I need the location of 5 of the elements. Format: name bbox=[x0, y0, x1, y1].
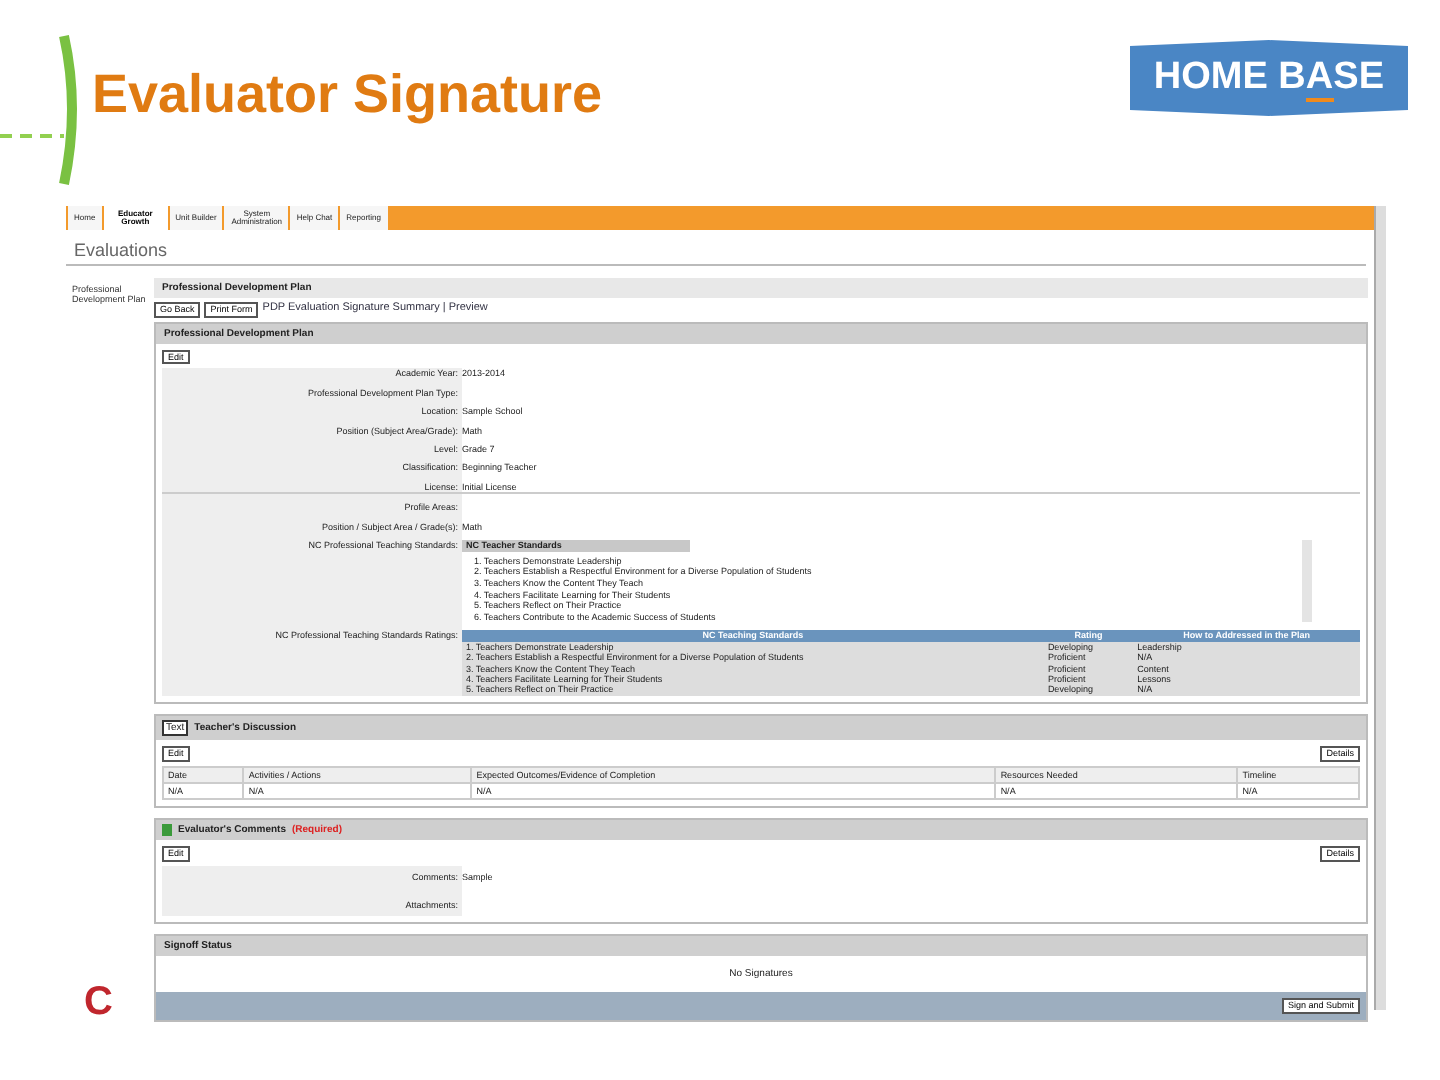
slide-letter: C bbox=[84, 980, 113, 1026]
logo: HOME BASE bbox=[1129, 40, 1408, 116]
slide-title: Evaluator Signature bbox=[92, 63, 603, 125]
scrollbar[interactable] bbox=[1374, 206, 1386, 1010]
page-heading: Evaluations bbox=[66, 230, 1366, 266]
